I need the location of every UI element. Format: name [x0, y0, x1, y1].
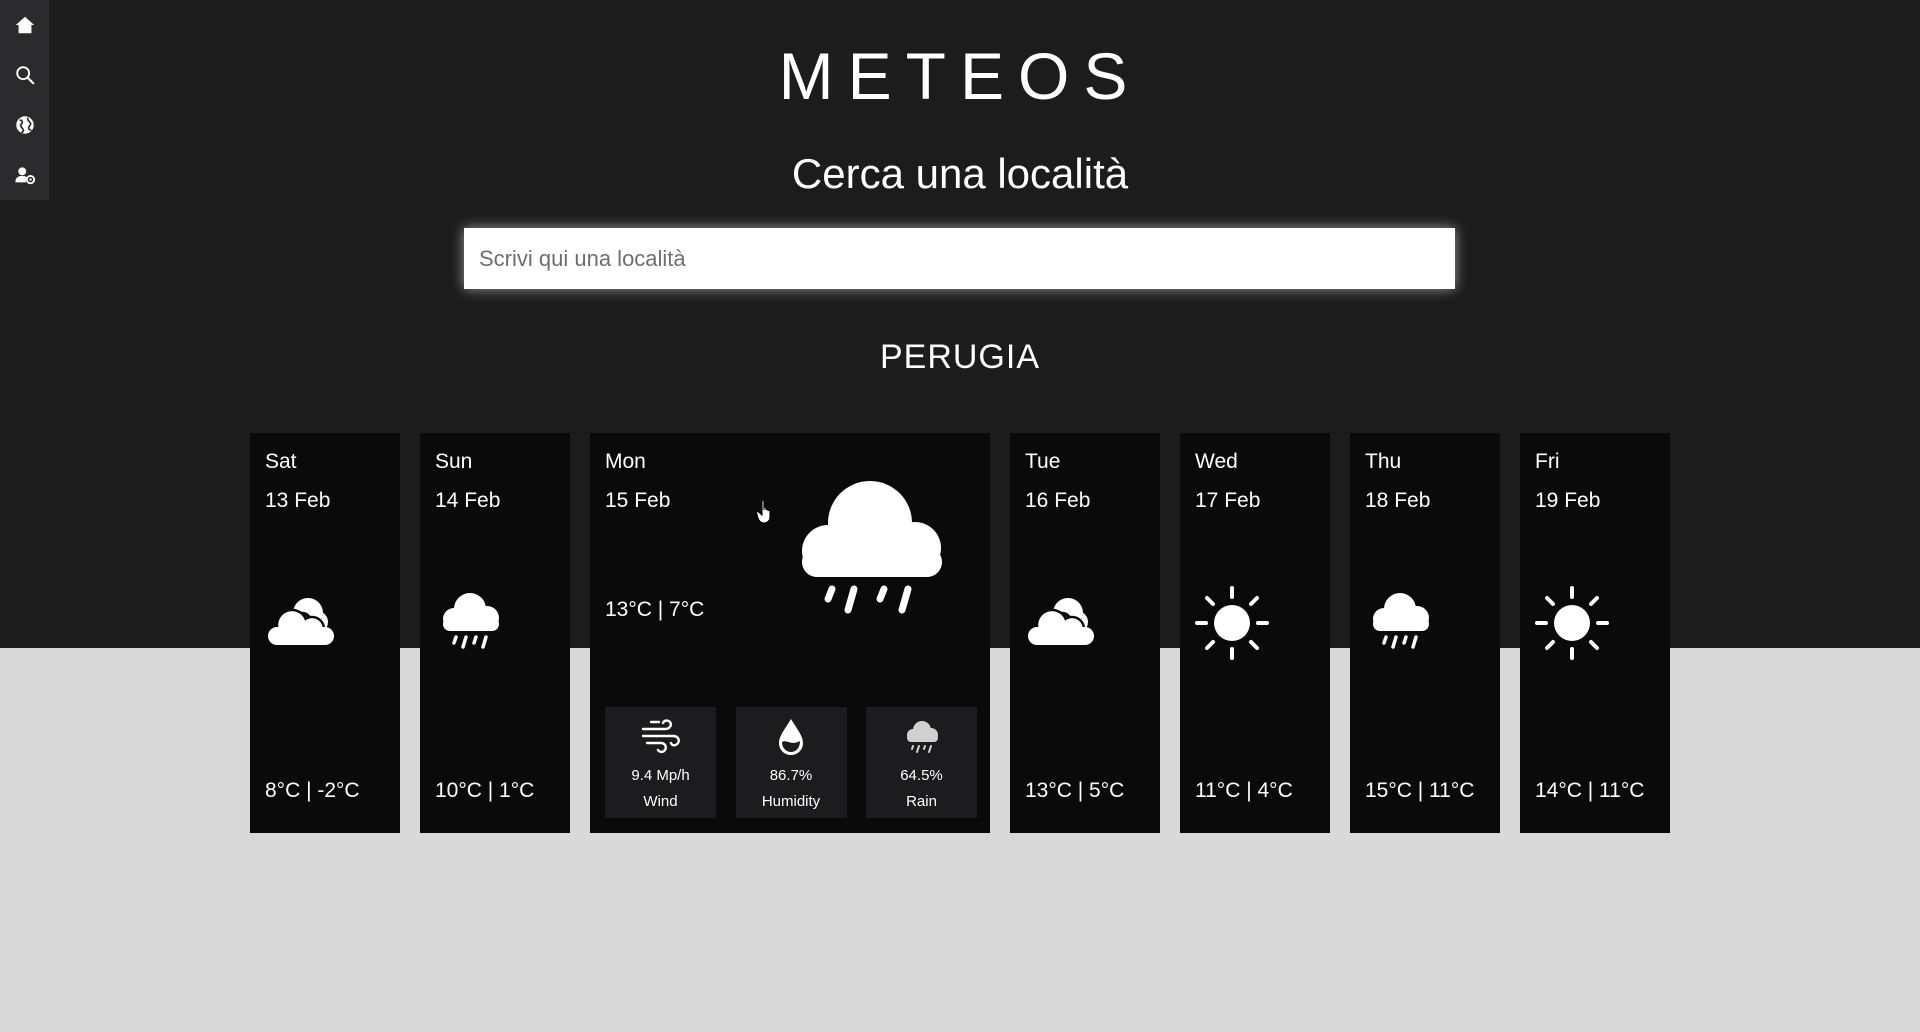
location-search-input[interactable] — [464, 228, 1455, 289]
forecast-day: Sat — [265, 450, 297, 473]
forecast-date: 19 Feb — [1535, 489, 1601, 512]
home-icon — [15, 16, 34, 34]
forecast-date: 18 Feb — [1365, 489, 1431, 512]
rain-cloud-icon — [443, 593, 499, 649]
forecast-date: 13 Feb — [265, 489, 331, 512]
forecast-day: Fri — [1535, 450, 1560, 473]
partly-cloudy-icon — [1028, 598, 1094, 645]
water-drop-icon — [779, 719, 803, 755]
wind-label: Wind — [643, 793, 678, 810]
forecast-temperature: 10°C | 1°C — [435, 779, 535, 802]
partly-cloudy-icon — [268, 598, 334, 645]
app-title: METEOS — [778, 39, 1142, 113]
forecast-day: Thu — [1365, 450, 1402, 473]
rain-cloud-icon — [906, 721, 938, 753]
humidity-label: Humidity — [761, 793, 821, 810]
forecast-temperature: 15°C | 11°C — [1365, 779, 1475, 802]
forecast-date: 14 Feb — [435, 489, 501, 512]
search-heading: Cerca una località — [791, 150, 1129, 197]
wind-metric: 9.4 Mp/h Wind — [605, 707, 716, 818]
rain-label: Rain — [906, 793, 937, 810]
forecast-card-tue[interactable]: Tue 16 Feb 13°C | 5°C — [1010, 433, 1160, 833]
humidity-metric: 86.7% Humidity — [735, 707, 847, 818]
forecast-card-thu[interactable]: Thu 18 Feb 15°C | 11°C — [1350, 433, 1500, 833]
forecast-date: 17 Feb — [1195, 489, 1261, 512]
forecast-temperature: 13°C | 7°C — [605, 598, 705, 621]
sun-icon — [1195, 586, 1269, 660]
forecast-temperature: 11°C | 4°C — [1195, 779, 1293, 802]
rain-value: 64.5% — [900, 767, 943, 784]
globe-icon — [15, 116, 34, 134]
forecast-card-sun[interactable]: Sun 14 Feb 10°C | 1°C — [420, 433, 570, 833]
hand-pointer-cursor-icon — [756, 499, 771, 524]
forecast-card-sat[interactable]: Sat 13 Feb 8°C | -2°C — [250, 433, 400, 833]
sun-icon — [1535, 586, 1609, 660]
rain-cloud-icon — [1373, 593, 1429, 649]
forecast-card-fri[interactable]: Fri 19 Feb 14°C | 11°C — [1520, 433, 1670, 833]
wind-value: 9.4 Mp/h — [631, 767, 690, 784]
humidity-value: 86.7% — [769, 767, 813, 784]
rain-metric: 64.5% Rain — [866, 707, 977, 818]
forecast-date: 15 Feb — [605, 489, 671, 512]
forecast-date: 16 Feb — [1025, 489, 1091, 512]
forecast-temperature: 13°C | 5°C — [1025, 779, 1125, 802]
forecast-card-wed[interactable]: Wed 17 Feb 11°C | 4°C — [1180, 433, 1330, 833]
rain-cloud-icon — [802, 481, 942, 614]
forecast-day: Wed — [1195, 450, 1238, 473]
forecast-temperature: 14°C | 11°C — [1535, 779, 1645, 802]
weather-details: 9.4 Mp/h Wind 86.7% Humidity 64.5% Rain — [605, 707, 977, 818]
city-name: PERUGIA — [879, 338, 1041, 376]
forecast-day: Mon — [605, 450, 646, 473]
forecast-day: Tue — [1025, 450, 1061, 473]
forecast-day: Sun — [435, 450, 473, 473]
wind-icon — [641, 719, 680, 754]
forecast-card-mon-selected[interactable]: Mon 15 Feb 13°C | 7°C 9.4 Mp/h Wind 86.7… — [590, 433, 990, 833]
forecast-temperature: 8°C | -2°C — [265, 779, 360, 802]
